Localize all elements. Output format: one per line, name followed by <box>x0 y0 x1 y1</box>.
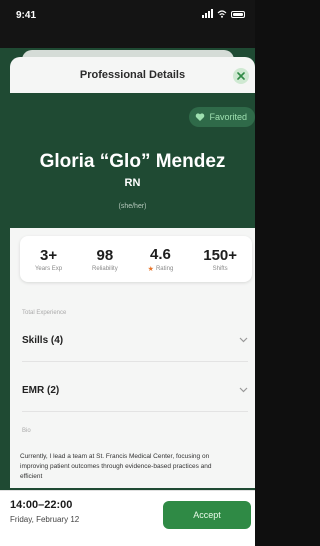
stat-rating: 4.6 ★ Rating <box>148 246 174 273</box>
profile-pronouns: (she/her) <box>118 203 147 210</box>
stat-value: 3+ <box>39 246 58 264</box>
stat-label: Years Exp <box>34 265 63 272</box>
chevron-down-icon <box>239 337 248 343</box>
divider <box>22 361 248 362</box>
stat-label: Rating <box>155 265 174 272</box>
page-title: Professional Details <box>79 69 186 81</box>
profile-header: Favorited Gloria “Glo” Mendez RN (she/he… <box>10 93 255 233</box>
stat-reliability: 98 Reliability <box>92 247 118 272</box>
emr-accordion[interactable]: EMR (2) <box>22 380 248 400</box>
stat-label: Shifts <box>212 265 228 272</box>
stat-value: 4.6 <box>150 245 171 263</box>
stat-shifts: 150+ Shifts <box>203 247 237 272</box>
shift-date: Friday, February 12 <box>10 515 80 524</box>
close-button[interactable] <box>233 68 249 84</box>
wifi-icon <box>217 10 227 18</box>
stat-label: Reliability <box>92 265 118 272</box>
battery-icon <box>231 11 245 18</box>
stat-value: 98 <box>96 246 114 264</box>
stats-card: 3+ Years Exp 98 Reliability 4.6 ★ Rating… <box>20 236 252 282</box>
favorite-label: Favorited <box>209 112 247 122</box>
sheet-header: Professional Details <box>10 57 255 93</box>
skills-label: Skills (4) <box>22 334 64 346</box>
signal-icon <box>202 9 213 18</box>
profile-credential: RN <box>124 177 141 189</box>
section-label-bio: Bio <box>22 428 31 434</box>
profile-name: Gloria “Glo” Mendez <box>39 151 226 172</box>
star-icon: ★ <box>147 265 154 273</box>
bio-text: Currently, I lead a team at St. Francis … <box>20 453 212 480</box>
heart-icon <box>196 113 205 121</box>
section-label-experience: Total Experience <box>22 310 67 316</box>
status-icons <box>202 9 245 18</box>
status-bar: 9:41 <box>0 0 255 48</box>
footer-bar: 14:00–22:00 Friday, February 12 Accept <box>0 490 255 546</box>
accept-button[interactable]: Accept <box>163 501 251 529</box>
close-icon <box>237 72 245 80</box>
favorite-badge[interactable]: Favorited <box>189 107 255 127</box>
stat-years-exp: 3+ Years Exp <box>35 247 62 272</box>
skills-accordion[interactable]: Skills (4) <box>22 330 248 350</box>
status-time: 9:41 <box>16 10 37 21</box>
divider <box>22 411 248 412</box>
stat-value: 150+ <box>203 246 238 264</box>
shift-time: 14:00–22:00 <box>10 499 73 511</box>
chevron-down-icon <box>239 387 248 393</box>
details-content: 3+ Years Exp 98 Reliability 4.6 ★ Rating… <box>10 228 255 488</box>
phone-screen: 9:41 Professional Details Favorited Glor… <box>0 0 255 546</box>
emr-label: EMR (2) <box>22 384 60 396</box>
